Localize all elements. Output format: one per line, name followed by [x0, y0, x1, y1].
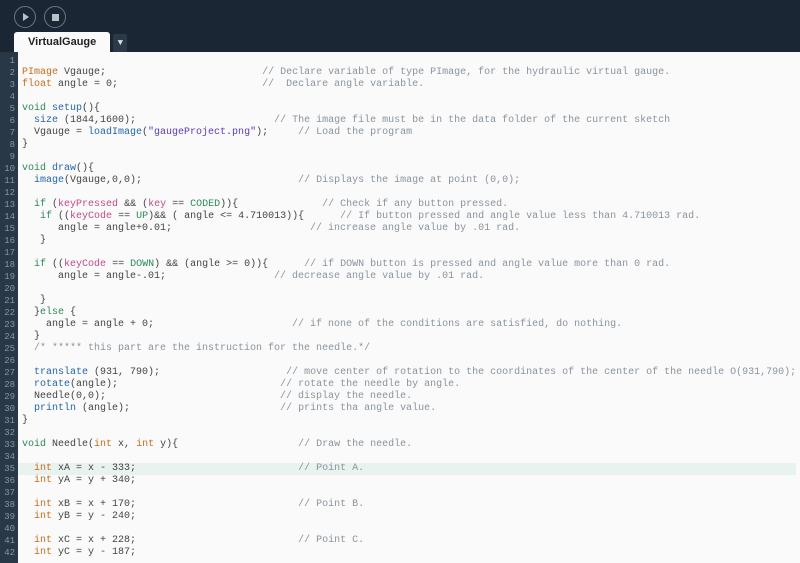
line-number: 26: [0, 355, 18, 367]
line-number: 15: [0, 223, 18, 235]
line-number: 19: [0, 271, 18, 283]
line-number: 27: [0, 367, 18, 379]
code-line: [22, 187, 800, 199]
line-number: 29: [0, 391, 18, 403]
line-number: 9: [0, 151, 18, 163]
code-line: size (1844,1600); // The image file must…: [22, 115, 800, 127]
line-number: 8: [0, 139, 18, 151]
line-number: 11: [0, 175, 18, 187]
code-line: angle = angle+0.01; // increase angle va…: [22, 223, 800, 235]
line-number: 35: [0, 463, 18, 475]
code-line: int yC = y - 187;: [22, 547, 800, 559]
stop-button[interactable]: [44, 6, 66, 28]
code-line: if (keyPressed && (key == CODED)){ // Ch…: [22, 199, 800, 211]
line-number: 16: [0, 235, 18, 247]
line-number: 12: [0, 187, 18, 199]
code-line: int xB = x + 170; // Point B.: [22, 499, 800, 511]
line-gutter: 1234567891011121314151617181920212223242…: [0, 52, 18, 563]
line-number: 22: [0, 307, 18, 319]
code-line: [22, 355, 800, 367]
line-number: 10: [0, 163, 18, 175]
line-number: 40: [0, 523, 18, 535]
code-line: [22, 523, 800, 535]
line-number: 32: [0, 427, 18, 439]
code-line: }: [22, 295, 800, 307]
code-line: void draw(){: [22, 163, 800, 175]
line-number: 42: [0, 547, 18, 559]
code-line: void setup(){: [22, 103, 800, 115]
line-number: 5: [0, 103, 18, 115]
code-line: [22, 55, 800, 67]
line-number: 6: [0, 115, 18, 127]
tab-active[interactable]: VirtualGauge: [14, 32, 110, 52]
code-area[interactable]: PImage Vgauge; // Declare variable of ty…: [18, 52, 800, 563]
toolbar: VirtualGauge ▼: [0, 0, 800, 52]
line-number: 17: [0, 247, 18, 259]
code-line: if ((keyCode == DOWN) && (angle >= 0)){ …: [22, 259, 800, 271]
code-line: angle = angle-.01; // decrease angle val…: [22, 271, 800, 283]
line-number: 20: [0, 283, 18, 295]
line-number: 39: [0, 511, 18, 523]
line-number: 34: [0, 451, 18, 463]
code-line: [22, 283, 800, 295]
play-icon: [23, 13, 29, 21]
code-line: [22, 487, 800, 499]
line-number: 25: [0, 343, 18, 355]
code-line: }: [22, 139, 800, 151]
code-line: if ((keyCode == UP)&& ( angle <= 4.71001…: [22, 211, 800, 223]
line-number: 38: [0, 499, 18, 511]
code-line: [22, 91, 800, 103]
line-number: 24: [0, 331, 18, 343]
line-number: 1: [0, 55, 18, 67]
code-line: [22, 151, 800, 163]
code-line: int yA = y + 340;: [22, 475, 800, 487]
code-line: int xC = x + 228; // Point C.: [22, 535, 800, 547]
run-button[interactable]: [14, 6, 36, 28]
code-line: rotate(angle); // rotate the needle by a…: [22, 379, 800, 391]
code-line: angle = angle + 0; // if none of the con…: [22, 319, 800, 331]
tab-dropdown[interactable]: ▼: [113, 34, 127, 52]
line-number: 30: [0, 403, 18, 415]
code-line: [22, 247, 800, 259]
code-line: int xA = x - 333; // Point A.: [18, 463, 796, 475]
line-number: 41: [0, 535, 18, 547]
line-number: 14: [0, 211, 18, 223]
code-line: float angle = 0; // Declare angle variab…: [22, 79, 800, 91]
code-line: translate (931, 790); // move center of …: [22, 367, 800, 379]
stop-icon: [52, 14, 59, 21]
code-line: image(Vgauge,0,0); // Displays the image…: [22, 175, 800, 187]
code-line: Needle(0,0); // display the needle.: [22, 391, 800, 403]
line-number: 31: [0, 415, 18, 427]
code-line: println (angle); // prints tha angle val…: [22, 403, 800, 415]
line-number: 21: [0, 295, 18, 307]
line-number: 4: [0, 91, 18, 103]
line-number: 2: [0, 67, 18, 79]
code-line: }: [22, 331, 800, 343]
line-number: 33: [0, 439, 18, 451]
line-number: 3: [0, 79, 18, 91]
line-number: 13: [0, 199, 18, 211]
code-line: int yB = y - 240;: [22, 511, 800, 523]
line-number: 18: [0, 259, 18, 271]
code-line: }: [22, 235, 800, 247]
code-line: PImage Vgauge; // Declare variable of ty…: [22, 67, 800, 79]
editor: 1234567891011121314151617181920212223242…: [0, 52, 800, 563]
code-line: [22, 427, 800, 439]
line-number: 7: [0, 127, 18, 139]
code-line: [22, 451, 800, 463]
line-number: 28: [0, 379, 18, 391]
code-line: void Needle(int x, int y){ // Draw the n…: [22, 439, 800, 451]
code-line: /* ***** this part are the instruction f…: [22, 343, 800, 355]
code-line: Vgauge = loadImage("gaugeProject.png"); …: [22, 127, 800, 139]
tab-row: VirtualGauge ▼: [14, 32, 127, 52]
line-number: 36: [0, 475, 18, 487]
code-line: }else {: [22, 307, 800, 319]
line-number: 23: [0, 319, 18, 331]
code-line: }: [22, 415, 800, 427]
line-number: 37: [0, 487, 18, 499]
